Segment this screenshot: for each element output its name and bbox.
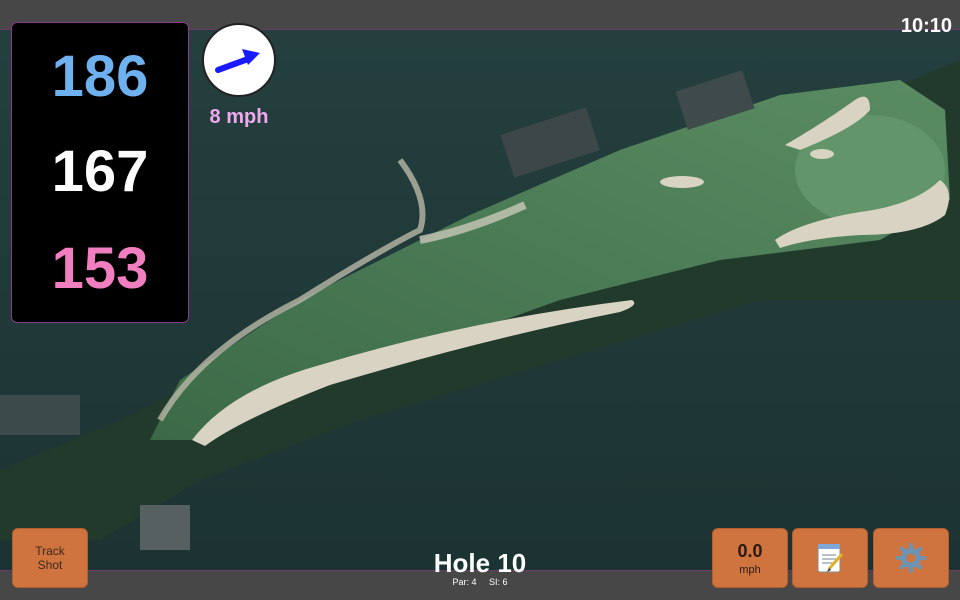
- notepad-icon: [817, 544, 844, 573]
- middle-distance: 167: [51, 139, 149, 204]
- back-distance: 186: [51, 44, 149, 109]
- hole-par: Par: 4: [452, 577, 477, 587]
- notes-button[interactable]: [792, 528, 868, 588]
- speed-button[interactable]: 0.0 mph: [712, 528, 788, 588]
- hole-title: Hole 10: [433, 548, 527, 578]
- wind-arrow-icon: [215, 49, 260, 73]
- hole-details: Par: 4 SI: 6: [380, 577, 580, 587]
- status-clock: 10:10: [900, 15, 952, 37]
- hole-stroke-index: SI: 6: [489, 577, 508, 587]
- track-shot-button[interactable]: Track Shot: [12, 528, 88, 588]
- speed-value: 0.0: [737, 540, 763, 561]
- wind-dial: [202, 23, 276, 97]
- front-distance: 153: [51, 236, 149, 301]
- settings-button[interactable]: [873, 528, 949, 588]
- speed-unit: mph: [739, 563, 761, 576]
- track-shot-label-line1: Track: [35, 544, 65, 558]
- wind-speed: 8 mph: [209, 106, 269, 128]
- gear-icon: [896, 543, 926, 573]
- track-shot-label-line2: Shot: [37, 558, 63, 572]
- distance-panel: 186 167 153: [11, 22, 189, 323]
